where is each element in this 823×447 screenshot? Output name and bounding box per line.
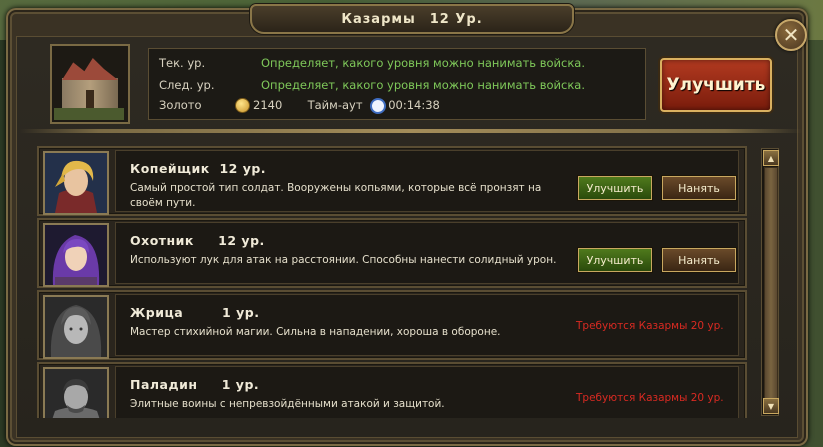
unit-list-scrollbar[interactable]: ▲ ▼ bbox=[761, 148, 779, 416]
hunter-portrait bbox=[43, 223, 109, 287]
current-level-label: Тек. ур. bbox=[159, 56, 206, 70]
next-level-value: Определяет, какого уровня можно нанимать… bbox=[261, 78, 585, 92]
spearman-details: Копейщик 12 ур. Самый простой тип солдат… bbox=[115, 150, 739, 212]
ornament-divider bbox=[20, 129, 803, 133]
unit-description: Самый простой тип солдат. Вооружены копь… bbox=[130, 182, 542, 209]
timeout-value: 00:14:38 bbox=[388, 98, 440, 112]
unit-row-paladin: Паладин 1 ур. Элитные воины с непревзойд… bbox=[37, 362, 747, 418]
barracks-thumbnail bbox=[50, 44, 130, 124]
gold-coin-icon bbox=[235, 98, 250, 113]
window-level: 12 Ур. bbox=[429, 11, 483, 27]
window-title-plate: Казармы 12 Ур. bbox=[250, 4, 574, 34]
unit-row-spearman: Копейщик 12 ур. Самый простой тип солдат… bbox=[37, 146, 747, 216]
paladin-portrait bbox=[43, 367, 109, 418]
paladin-details: Паладин 1 ур. Элитные воины с непревзойд… bbox=[115, 366, 739, 418]
building-info-panel: Тек. ур. Определяет, какого уровня можно … bbox=[148, 48, 646, 120]
hire-unit-button[interactable]: Нанять bbox=[662, 248, 736, 272]
close-button[interactable]: ✕ bbox=[775, 19, 807, 51]
unit-name: Жрица 1 ур. bbox=[130, 305, 260, 320]
unit-row-hunter: Охотник 12 ур. Используют лук для атак н… bbox=[37, 218, 747, 288]
upgrade-building-button[interactable]: Улучшить bbox=[660, 58, 772, 112]
unit-name: Паладин 1 ур. bbox=[130, 377, 260, 392]
unit-row-priestess: Жрица 1 ур. Мастер стихийной магии. Силь… bbox=[37, 290, 747, 360]
timeout-label: Тайм-аут bbox=[307, 98, 363, 112]
unit-description: Элитные воины с непревзойдёнными атакой … bbox=[130, 398, 445, 410]
close-icon: ✕ bbox=[782, 23, 800, 47]
cost-row: Золото 2140 Тайм-аут 00:14:38 bbox=[159, 97, 440, 114]
hire-unit-button[interactable]: Нанять bbox=[662, 176, 736, 200]
unit-name: Копейщик 12 ур. bbox=[130, 161, 267, 176]
next-level-row: След. ур. Определяет, какого уровня можно… bbox=[159, 77, 585, 93]
requirement-text: Требуются Казармы 20 ур. bbox=[576, 392, 724, 404]
unit-description: Мастер стихийной магии. Сильна в нападен… bbox=[130, 326, 501, 338]
current-level-value: Определяет, какого уровня можно нанимать… bbox=[261, 56, 585, 70]
next-level-label: След. ур. bbox=[159, 78, 215, 92]
priestess-details: Жрица 1 ур. Мастер стихийной магии. Силь… bbox=[115, 294, 739, 356]
priestess-portrait bbox=[43, 295, 109, 359]
clock-icon bbox=[370, 97, 387, 114]
hunter-details: Охотник 12 ур. Используют лук для атак н… bbox=[115, 222, 739, 284]
unit-name: Охотник 12 ур. bbox=[130, 233, 265, 248]
window-title: Казармы bbox=[341, 11, 416, 27]
unit-description: Используют лук для атак на расстоянии. С… bbox=[130, 254, 557, 266]
arrow-up-icon[interactable]: ▲ bbox=[763, 150, 779, 166]
gold-value: 2140 bbox=[253, 98, 283, 112]
current-level-row: Тек. ур. Определяет, какого уровня можно … bbox=[159, 55, 585, 71]
arrow-down-icon[interactable]: ▼ bbox=[763, 398, 779, 414]
scroll-thumb[interactable] bbox=[764, 167, 778, 399]
gold-label: Золото bbox=[159, 98, 202, 112]
requirement-text: Требуются Казармы 20 ур. bbox=[576, 320, 724, 332]
unit-list: Копейщик 12 ур. Самый простой тип солдат… bbox=[37, 146, 747, 418]
spearman-portrait bbox=[43, 151, 109, 215]
upgrade-unit-button[interactable]: Улучшить bbox=[578, 248, 652, 272]
upgrade-unit-button[interactable]: Улучшить bbox=[578, 176, 652, 200]
